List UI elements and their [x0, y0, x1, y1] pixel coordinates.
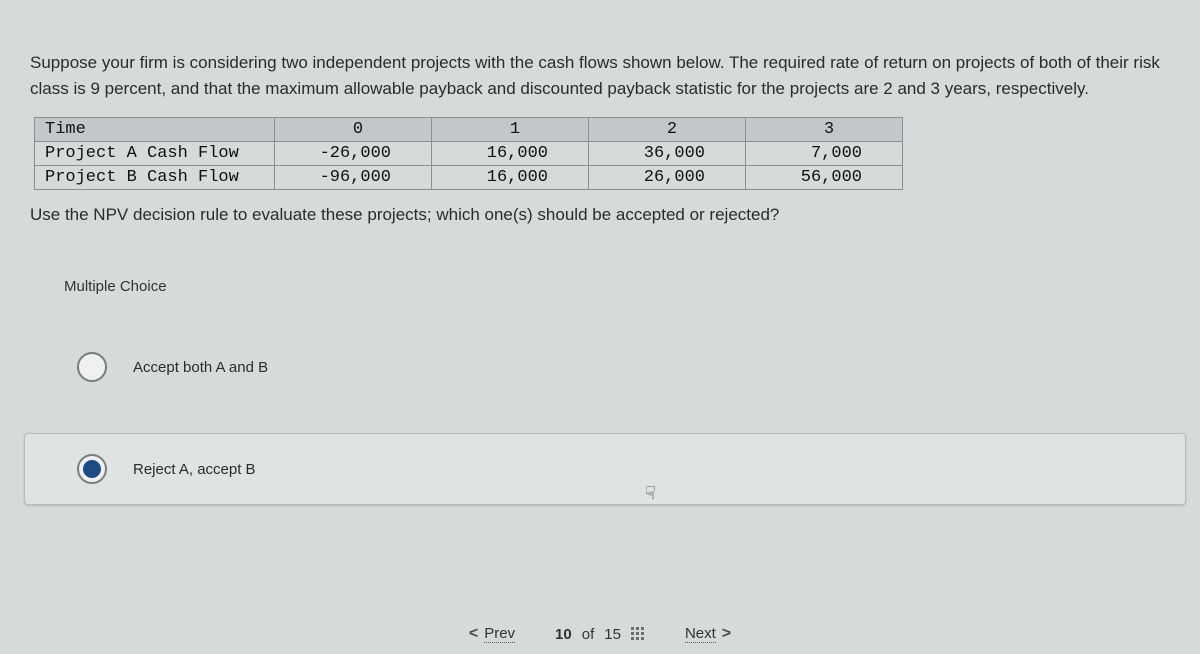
- of-word: of: [582, 626, 595, 643]
- table-header-col: 0: [275, 118, 432, 142]
- prev-label: Prev: [484, 625, 515, 643]
- choice-option[interactable]: Accept both A and B: [52, 331, 1176, 403]
- table-row-label: Project B Cash Flow: [35, 166, 275, 190]
- table-header-col: 3: [746, 118, 903, 142]
- grid-icon[interactable]: [631, 627, 645, 641]
- table-header-row: Time 0 1 2 3: [35, 118, 903, 142]
- chevron-left-icon: <: [469, 625, 478, 643]
- prev-button[interactable]: < Prev: [459, 621, 525, 647]
- cash-flow-table: Time 0 1 2 3 Project A Cash Flow -26,000…: [34, 117, 903, 190]
- table-cell: 56,000: [746, 166, 903, 190]
- choice-text: Accept both A and B: [133, 359, 268, 376]
- radio-unselected-icon[interactable]: [77, 352, 107, 382]
- choice-option[interactable]: Reject A, accept B: [24, 433, 1186, 505]
- next-button[interactable]: Next >: [675, 621, 741, 647]
- bottom-nav: < Prev 10 of 15 Next >: [0, 614, 1200, 654]
- total-number: 15: [604, 626, 621, 643]
- current-number: 10: [555, 626, 572, 643]
- table-header-col: 2: [589, 118, 746, 142]
- table-cell: 26,000: [589, 166, 746, 190]
- table-row: Project B Cash Flow -96,000 16,000 26,00…: [35, 166, 903, 190]
- question-prompt-text: Use the NPV decision rule to evaluate th…: [0, 190, 1200, 238]
- next-label: Next: [685, 625, 716, 643]
- table-row-label: Project A Cash Flow: [35, 142, 275, 166]
- table-cell: -26,000: [275, 142, 432, 166]
- table-cell: 36,000: [589, 142, 746, 166]
- question-intro-text: Suppose your firm is considering two ind…: [0, 0, 1200, 117]
- table-cell: 16,000: [432, 166, 589, 190]
- table-cell: 16,000: [432, 142, 589, 166]
- radio-selected-icon[interactable]: [77, 454, 107, 484]
- table-cell: 7,000: [746, 142, 903, 166]
- table-header-col: 1: [432, 118, 589, 142]
- table-cell: -96,000: [275, 166, 432, 190]
- multiple-choice-label: Multiple Choice: [64, 278, 1200, 295]
- chevron-right-icon: >: [722, 625, 731, 643]
- question-counter[interactable]: 10 of 15: [545, 626, 655, 643]
- choice-text: Reject A, accept B: [133, 461, 256, 478]
- table-header-label: Time: [35, 118, 275, 142]
- table-row: Project A Cash Flow -26,000 16,000 36,00…: [35, 142, 903, 166]
